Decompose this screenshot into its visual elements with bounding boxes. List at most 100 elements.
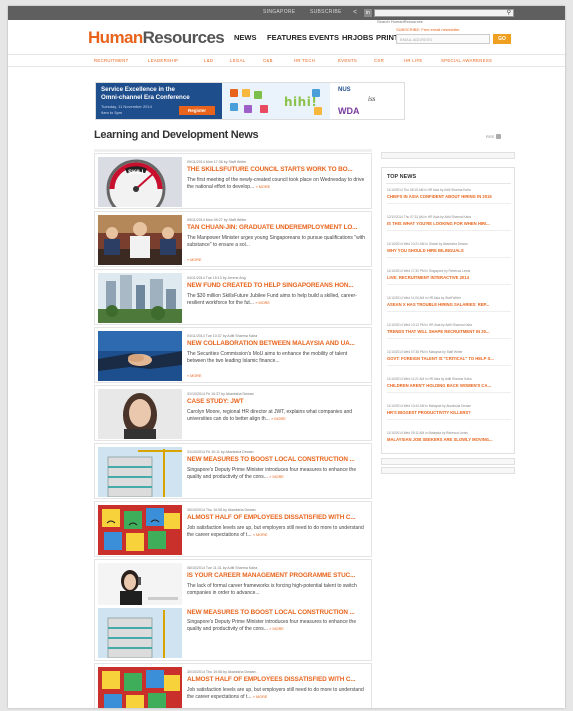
top-news-headline[interactable]: GOVT: FOREIGN TALENT IS "CRITICAL" TO HE… bbox=[387, 356, 511, 361]
more-link[interactable]: » MORE bbox=[253, 533, 268, 537]
article-card[interactable]: 04/11/2014 Tue 15:13 by Jerene Ang NEW F… bbox=[94, 269, 372, 325]
article-excerpt: The Securities Commission's MoU aims to … bbox=[187, 351, 367, 371]
article-title[interactable]: CASE STUDY: JWT bbox=[187, 398, 369, 405]
article-card[interactable]: SKILL 09/11/2014 Mon 17:36 by Staff Writ… bbox=[94, 153, 372, 209]
nav-features[interactable]: FEATURES bbox=[267, 33, 307, 42]
nav-hrjobs[interactable]: HRJOBS bbox=[342, 33, 373, 42]
search-icon[interactable]: ⚲ bbox=[507, 9, 511, 16]
article-thumbnail-minister[interactable] bbox=[98, 215, 182, 265]
more-link[interactable]: » MORE bbox=[187, 258, 202, 262]
article-meta: 08/10/2014 Tue 11:31 by Aditi Sharma Kal… bbox=[187, 566, 258, 570]
top-news-item[interactable]: 11/10/2014 Wed 07:38 PM in Malaysia by S… bbox=[387, 350, 511, 366]
top-news-headline[interactable]: LIVE: RECRUITMENT INTERACTIVE 2014 bbox=[387, 275, 511, 280]
search-input[interactable] bbox=[375, 18, 495, 25]
top-news-item[interactable]: 11/10/2014 Wed 17:30 PM in Singapore by … bbox=[387, 269, 511, 285]
more-link[interactable]: » MORE bbox=[256, 185, 271, 189]
article-card[interactable]: 30/10/2014 Thu 10:08 by Akanksha Dewan A… bbox=[94, 663, 372, 708]
article-meta: 09/11/2014 Mon 09:27 by Staff Writer bbox=[187, 218, 247, 222]
article-card[interactable]: 04/11/2014 Tue 10:37 by Aditi Sharma Kal… bbox=[94, 327, 372, 383]
topbar-link-singapore[interactable]: SINGAPORE bbox=[263, 9, 295, 15]
article-card[interactable]: 31/10/2014 Fri 10:37 by Akanksha Dewan C… bbox=[94, 385, 372, 441]
top-news-widget: TOP NEWS 11/10/2014 Thu 08:15 AM in HR A… bbox=[381, 167, 515, 454]
excerpt-text: The Securities Commission's MoU aims to … bbox=[187, 351, 348, 364]
top-news-item[interactable]: 11/10/2014 Thu 08:15 AM in HR Asia by Ad… bbox=[387, 188, 511, 204]
share-icon[interactable]: < bbox=[351, 9, 359, 17]
more-link[interactable]: » MORE bbox=[271, 417, 286, 421]
article-thumbnail-portrait[interactable] bbox=[98, 389, 182, 439]
article-excerpt: The $30 million SkillsFuture Jubilee Fun… bbox=[187, 293, 367, 313]
article-card[interactable]: NEW MEASURES TO BOOST LOCAL CONSTRUCTION… bbox=[94, 605, 372, 661]
top-news-item[interactable]: 11/10/2014 Wed 09:11 AM in Malaysia by R… bbox=[387, 431, 511, 442]
top-news-headline[interactable]: ASEAN X HAS TROUBLE HIRING SALARIES: REP… bbox=[387, 302, 511, 307]
category-legal[interactable]: LEGAL bbox=[230, 58, 245, 63]
topbar-link-subscribe[interactable]: SUBSCRIBE bbox=[310, 9, 342, 15]
top-news-headline[interactable]: IS THIS WHAT YOU'RE LOOKING FOR WHEN HIR… bbox=[387, 221, 511, 226]
article-thumbnail-sad-faces[interactable] bbox=[98, 505, 182, 555]
top-news-headline[interactable]: TRENDS THAT WILL SHAPE RECRUITMENT IN 20… bbox=[387, 329, 511, 334]
category-recruitment[interactable]: RECRUITMENT bbox=[94, 58, 129, 63]
article-excerpt: Singapore's Deputy Prime Minister introd… bbox=[187, 619, 367, 639]
top-news-headline[interactable]: CHILDREN AREN'T HOLDING BACK WOMEN'S CA.… bbox=[387, 383, 511, 388]
top-news-separator bbox=[387, 203, 511, 204]
article-title[interactable]: NEW MEASURES TO BOOST LOCAL CONSTRUCTION… bbox=[187, 456, 369, 463]
top-news-headline[interactable]: WHY YOU SHOULD HIRE BILINGUALS bbox=[387, 248, 511, 253]
top-news-meta: 11/10/2014 Wed 10:13 PM in HR Asia by Ad… bbox=[387, 323, 472, 327]
article-title[interactable]: TAN CHUAN-JIN: GRADUATE UNDEREMPLOYMENT … bbox=[187, 224, 369, 231]
top-news-headline[interactable]: CHIEFS IN ASIA CONFIDENT ABOUT HIRING IN… bbox=[387, 194, 511, 199]
subscribe-go-button[interactable]: GO bbox=[493, 34, 511, 44]
category-events[interactable]: EVENTS bbox=[338, 58, 357, 63]
article-thumbnail-skill-gauge[interactable]: SKILL bbox=[98, 157, 182, 207]
top-news-separator bbox=[387, 311, 511, 312]
article-thumbnail-sad-faces[interactable] bbox=[98, 667, 182, 708]
category-hr-tech[interactable]: HR TECH bbox=[294, 58, 315, 63]
top-news-item[interactable]: 11/10/2014 Wed 10:21 AM in Global by Aka… bbox=[387, 242, 511, 258]
category-lnd[interactable]: L&D bbox=[204, 58, 213, 63]
category-csr[interactable]: CSR bbox=[374, 58, 384, 63]
article-title[interactable]: NEW FUND CREATED TO HELP SINGAPOREANS HO… bbox=[187, 282, 369, 289]
top-news-headline[interactable]: MALAYSIAN JOB SEEKERS ARE SLOWLY MOVING.… bbox=[387, 437, 511, 442]
more-link[interactable]: » MORE bbox=[255, 301, 270, 305]
top-news-item[interactable]: 12/10/2014 Thu 07:31 AM in HR Asia by Ad… bbox=[387, 215, 511, 231]
nav-events[interactable]: EVENTS bbox=[309, 33, 339, 42]
site-logo[interactable]: HumanResources bbox=[88, 28, 225, 48]
sidebar-widget-placeholder bbox=[381, 152, 515, 159]
category-cnb[interactable]: C&B bbox=[263, 58, 273, 63]
email-field[interactable]: EMAIL ADDRESS bbox=[396, 34, 490, 44]
article-card[interactable]: 30/10/2014 Thu 10:08 by Akanksha Dewan A… bbox=[94, 501, 372, 557]
excerpt-text: Carolyn Moore, regional HR director at J… bbox=[187, 409, 353, 422]
top-news-headline[interactable]: HR'S BIGGEST PRODUCTIVITY KILLERS? bbox=[387, 410, 511, 415]
linkedin-icon[interactable]: in bbox=[364, 9, 372, 17]
article-title[interactable]: THE SKILLSFUTURE COUNCIL STARTS WORK TO … bbox=[187, 166, 369, 173]
conference-banner[interactable]: Service Excellence in the Omni-channel E… bbox=[95, 82, 405, 120]
banner-graphic: hihi! bbox=[222, 83, 330, 119]
top-news-item[interactable]: 11/10/2014 Wed 10:13 PM in HR Asia by Ad… bbox=[387, 323, 511, 339]
article-meta: 30/10/2014 Thu 10:08 by Akanksha Dewan bbox=[187, 508, 256, 512]
category-hr-life[interactable]: HR LIFE bbox=[404, 58, 423, 63]
top-news-separator bbox=[387, 392, 511, 393]
nav-news[interactable]: NEWS bbox=[234, 33, 257, 42]
category-special-awareness[interactable]: SPECIAL AWARENESS bbox=[441, 58, 492, 63]
article-thumbnail-city[interactable] bbox=[98, 273, 182, 323]
top-news-item[interactable]: 11/10/2014 Wed 11:00 AM in HR Asia by St… bbox=[387, 296, 511, 312]
article-title[interactable]: ALMOST HALF OF EMPLOYEES DISSATISFIED WI… bbox=[187, 514, 369, 521]
more-link[interactable]: » MORE bbox=[187, 374, 202, 378]
article-title[interactable]: ALMOST HALF OF EMPLOYEES DISSATISFIED WI… bbox=[187, 676, 369, 683]
register-button[interactable]: Register bbox=[179, 106, 215, 115]
article-title[interactable]: NEW COLLABORATION BETWEEN MALAYSIA AND U… bbox=[187, 340, 369, 347]
article-thumbnail-handshake[interactable] bbox=[98, 331, 182, 381]
more-link[interactable]: » MORE bbox=[269, 475, 284, 479]
article-thumbnail-construction[interactable] bbox=[98, 447, 182, 497]
top-news-item[interactable]: 11/10/2014 Wed 10:43 AM in Malaysia by A… bbox=[387, 404, 511, 420]
article-card[interactable]: 31/10/2014 Fri 10:11 by Akanksha Dewan N… bbox=[94, 443, 372, 499]
more-link[interactable]: » MORE bbox=[269, 627, 284, 631]
newsletter-subscribe: SUBSCRIBE: Free email newsletter EMAIL A… bbox=[396, 27, 516, 44]
article-title[interactable]: NEW MEASURES TO BOOST LOCAL CONSTRUCTION… bbox=[187, 609, 369, 616]
article-thumbnail-construction[interactable] bbox=[98, 608, 182, 658]
category-leadership[interactable]: LEADERSHIP bbox=[148, 58, 178, 63]
article-card[interactable]: 09/11/2014 Mon 09:27 by Staff Writer TAN… bbox=[94, 211, 372, 267]
banner-time: 9am to 5pm bbox=[101, 110, 123, 115]
article-title[interactable]: IS YOUR CAREER MANAGEMENT PROGRAMME STUC… bbox=[187, 572, 369, 579]
top-news-item[interactable]: 11/10/2014 Wed 11:21 AM in HR Asia by Ad… bbox=[387, 377, 511, 393]
more-link[interactable]: » MORE bbox=[253, 695, 268, 699]
rss-link[interactable]: RSS bbox=[486, 134, 502, 140]
